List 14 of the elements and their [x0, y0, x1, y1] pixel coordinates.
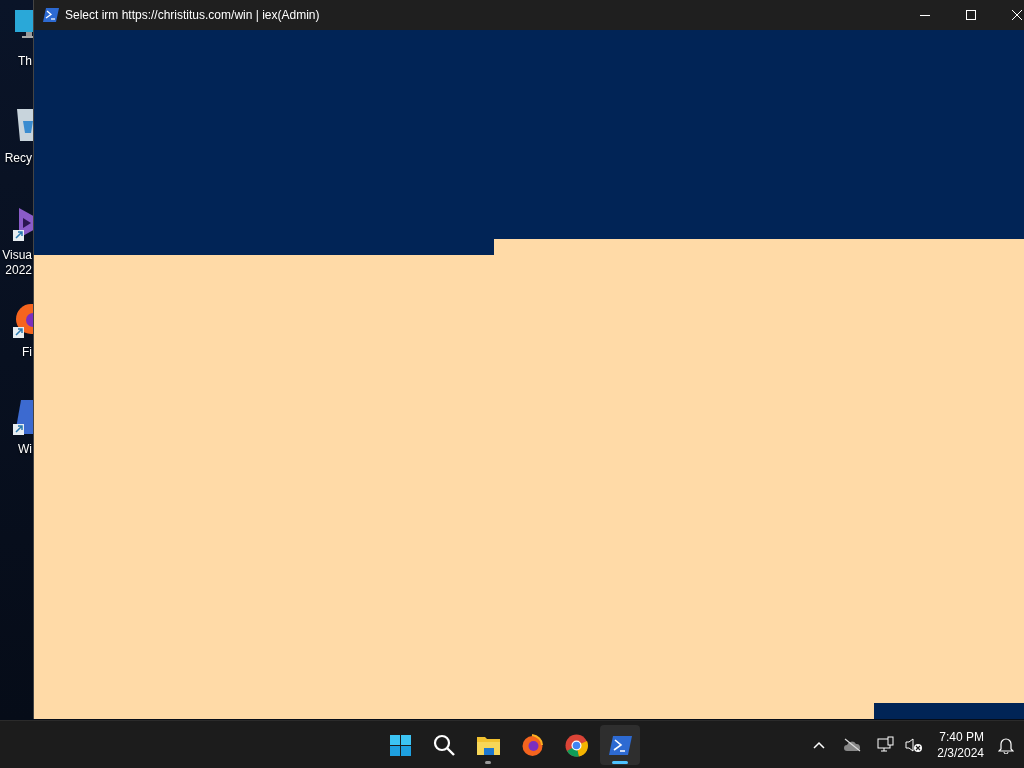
start-icon — [387, 732, 413, 758]
maximize-icon — [966, 10, 976, 20]
search-icon — [431, 732, 457, 758]
window-title: Select irm https://christitus.com/win | iex(Admin) — [65, 7, 320, 24]
close-icon — [1012, 10, 1022, 20]
powershell-button[interactable] — [600, 725, 640, 765]
desktop-icon-label[interactable]: Fi — [0, 345, 33, 360]
powershell-icon — [43, 8, 59, 22]
desktop-icon-label[interactable]: Recy — [0, 151, 33, 166]
desktop-icon-label[interactable]: Wi — [0, 442, 33, 457]
desktop-icon-label[interactable]: Visua 2022 — [0, 248, 33, 278]
desktop-icon-label[interactable]: Th — [0, 54, 33, 69]
round-browser-icon — [563, 732, 589, 758]
clock[interactable]: 7:40 PM 2/3/2024 — [931, 729, 990, 761]
